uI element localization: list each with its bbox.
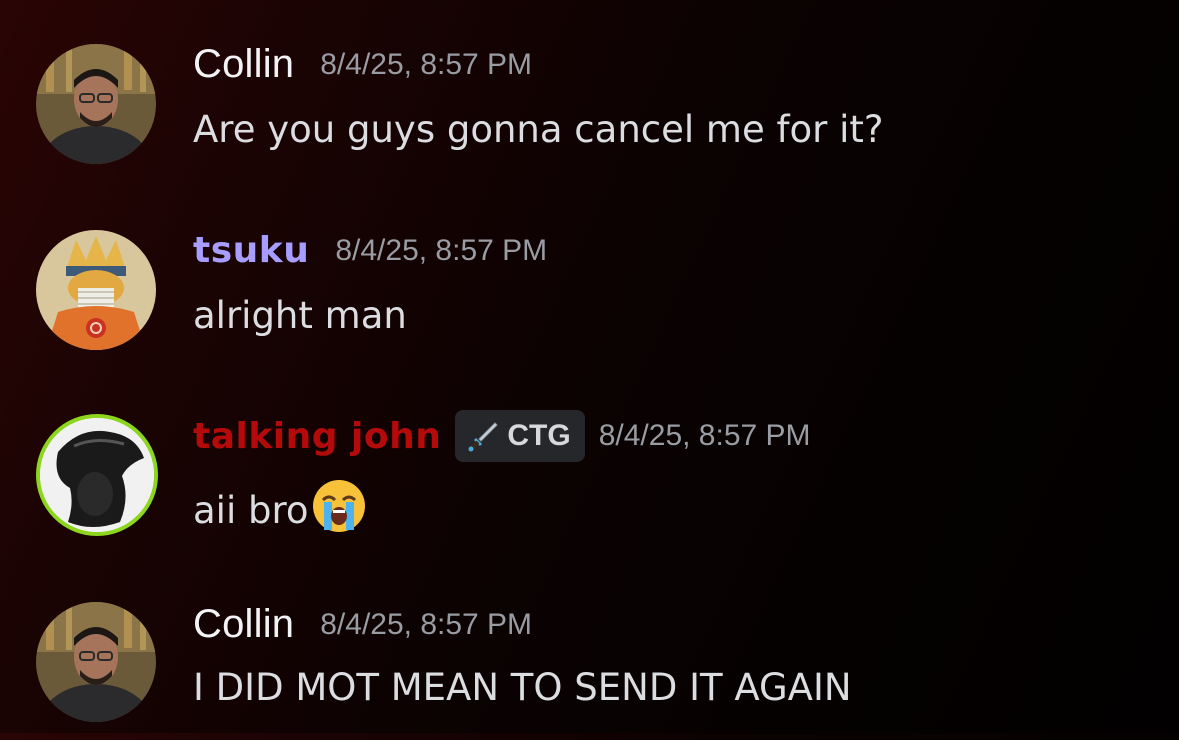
username[interactable]: Collin [193,42,294,87]
message-text: Are you guys gonna cancel me for it? [193,108,884,151]
message-item: Collin 8/4/25, 8:57 PM Are you guys gonn… [0,40,1179,180]
message-header: Collin 8/4/25, 8:57 PM [193,602,532,647]
avatar[interactable] [36,602,156,722]
anime-character-avatar-icon [36,230,156,350]
user-photo-avatar-icon [36,602,156,722]
avatar[interactable] [36,44,156,164]
message-text: alright man [193,294,407,337]
message-item: talking john CTG 8/4/25, 8:57 PM aii bro [0,410,1179,550]
dark-figure-avatar-icon [40,418,154,532]
user-photo-avatar-icon [36,44,156,164]
message-text: aii bro [193,489,309,532]
avatar[interactable] [36,414,158,536]
sword-icon [468,422,499,452]
timestamp: 8/4/25, 8:57 PM [320,47,533,81]
message-item: tsuku 8/4/25, 8:57 PM alright man [0,228,1179,368]
loudly-crying-face-emoji-icon [311,478,367,543]
timestamp: 8/4/25, 8:57 PM [320,607,533,641]
message-header: talking john CTG 8/4/25, 8:57 PM [193,410,811,462]
username[interactable]: talking john [193,416,441,457]
tag-label: CTG [507,419,571,452]
message-text: I DID MOT MEAN TO SEND IT AGAIN [193,666,852,709]
message-item: Collin 8/4/25, 8:57 PM I DID MOT MEAN TO… [0,600,1179,740]
timestamp: 8/4/25, 8:57 PM [335,233,548,267]
message-content: aii bro [193,478,367,543]
message-header: tsuku 8/4/25, 8:57 PM [193,230,547,271]
timestamp: 8/4/25, 8:57 PM [598,419,811,452]
role-tag[interactable]: CTG [455,410,585,462]
avatar[interactable] [36,230,156,350]
message-header: Collin 8/4/25, 8:57 PM [193,42,532,87]
username[interactable]: tsuku [193,230,309,271]
username[interactable]: Collin [193,602,294,647]
